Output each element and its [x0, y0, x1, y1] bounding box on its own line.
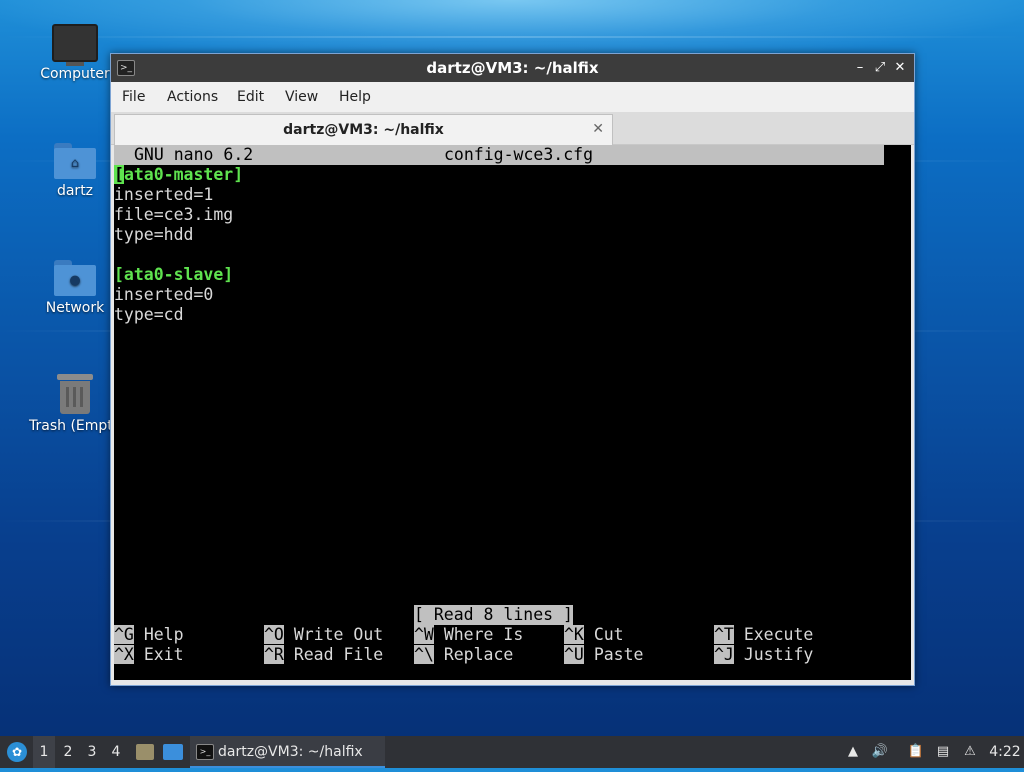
tray-up-arrow-icon[interactable]: ▲: [843, 736, 863, 768]
file-line: type=hdd: [114, 225, 194, 244]
network-icon[interactable]: ▤: [933, 736, 953, 768]
network-folder-icon: ●: [54, 260, 96, 296]
menu-view[interactable]: View: [285, 82, 318, 112]
desktop-wallpaper-light: [0, 0, 1024, 60]
nano-header: GNU nano 6.2 config-wce3.cfg: [114, 145, 884, 165]
maximize-button[interactable]: ⤢: [870, 58, 890, 78]
close-button[interactable]: ✕: [890, 58, 910, 78]
window-titlebar[interactable]: >_ dartz@VM3: ~/halfix – ⤢ ✕: [111, 54, 914, 82]
menu-help[interactable]: Help: [339, 82, 371, 112]
text-cursor: [: [114, 165, 124, 184]
terminal-window: >_ dartz@VM3: ~/halfix – ⤢ ✕ File Action…: [110, 53, 915, 686]
wallpaper-wave: [0, 36, 1024, 38]
trash-icon: [57, 374, 93, 414]
menu-file[interactable]: File: [122, 82, 145, 112]
taskbar-item-label: dartz@VM3: ~/halfix: [218, 744, 363, 760]
clipboard-icon[interactable]: 📋: [906, 736, 926, 768]
shortcut-exit[interactable]: ^X Exit: [114, 645, 184, 665]
shortcut-justify[interactable]: ^J Justify: [714, 645, 813, 665]
tab-terminal[interactable]: dartz@VM3: ~/halfix ✕: [114, 114, 613, 145]
nano-filename: config-wce3.cfg: [444, 145, 594, 164]
shortcut-write-out[interactable]: ^O Write Out: [264, 625, 383, 645]
notification-icon[interactable]: ⚠: [960, 736, 980, 768]
shortcut-paste[interactable]: ^U Paste: [564, 645, 643, 665]
desktop-icon-trash[interactable]: Trash (Empty): [29, 374, 127, 434]
shortcut-replace[interactable]: ^\ Replace: [414, 645, 513, 665]
workspace-1[interactable]: 1: [33, 736, 55, 768]
nano-editor[interactable]: GNU nano 6.2 config-wce3.cfg [ata0-maste…: [114, 145, 911, 680]
tab-close-icon[interactable]: ✕: [592, 115, 604, 143]
file-manager-launcher-icon[interactable]: [134, 736, 156, 768]
file-line: [ata0-slave]: [114, 265, 234, 284]
file-line: inserted=0: [114, 285, 214, 304]
home-folder-icon: ⌂: [54, 143, 96, 179]
tab-bar: dartz@VM3: ~/halfix ✕: [111, 112, 914, 145]
volume-icon[interactable]: 🔊: [870, 736, 890, 768]
desktop-icon-network[interactable]: ● Network: [29, 260, 121, 316]
menu-actions[interactable]: Actions: [167, 82, 218, 112]
shortcut-where-is[interactable]: ^W Where Is: [414, 625, 523, 645]
taskbar-item-terminal[interactable]: >_ dartz@VM3: ~/halfix: [190, 736, 385, 768]
window-title: dartz@VM3: ~/halfix: [426, 59, 599, 77]
menubar: File Actions Edit View Help: [111, 82, 914, 112]
clock[interactable]: 4:22: [988, 736, 1022, 768]
menu-edit[interactable]: Edit: [237, 82, 264, 112]
tab-label: dartz@VM3: ~/halfix: [283, 122, 444, 138]
nano-status-message: [ Read 8 lines ]: [414, 605, 573, 625]
start-menu-button[interactable]: ✿: [2, 736, 32, 768]
file-line: type=cd: [114, 305, 184, 324]
workspace-4[interactable]: 4: [105, 736, 127, 768]
terminal-icon: >_: [196, 744, 214, 760]
desktop-icon-home[interactable]: ⌂ dartz: [29, 143, 121, 199]
show-desktop-icon[interactable]: [162, 736, 184, 768]
file-line: [ata0-master]: [114, 165, 244, 184]
file-line: file=ce3.img: [114, 205, 234, 224]
shortcut-help[interactable]: ^G Help: [114, 625, 184, 645]
nano-version: GNU nano 6.2: [134, 145, 254, 164]
shortcut-read-file[interactable]: ^R Read File: [264, 645, 383, 665]
desktop-icon-computer[interactable]: Computer: [29, 24, 121, 82]
shortcut-execute[interactable]: ^T Execute: [714, 625, 813, 645]
desktop-icon-label: Computer: [40, 66, 110, 82]
desktop-icon-label: dartz: [56, 183, 94, 199]
minimize-button[interactable]: –: [850, 58, 870, 78]
taskbar: ✿ 1 2 3 4 >_ dartz@VM3: ~/halfix ▲ 🔊 📋 ▤…: [0, 736, 1024, 768]
workspace-2[interactable]: 2: [57, 736, 79, 768]
desktop-icon-label: Network: [45, 300, 105, 316]
desktop-icon-label: Trash (Empty): [29, 418, 127, 434]
distro-logo-icon: ✿: [7, 742, 27, 762]
monitor-icon: [52, 24, 98, 66]
shortcut-cut[interactable]: ^K Cut: [564, 625, 624, 645]
file-line: inserted=1: [114, 185, 214, 204]
workspace-3[interactable]: 3: [81, 736, 103, 768]
